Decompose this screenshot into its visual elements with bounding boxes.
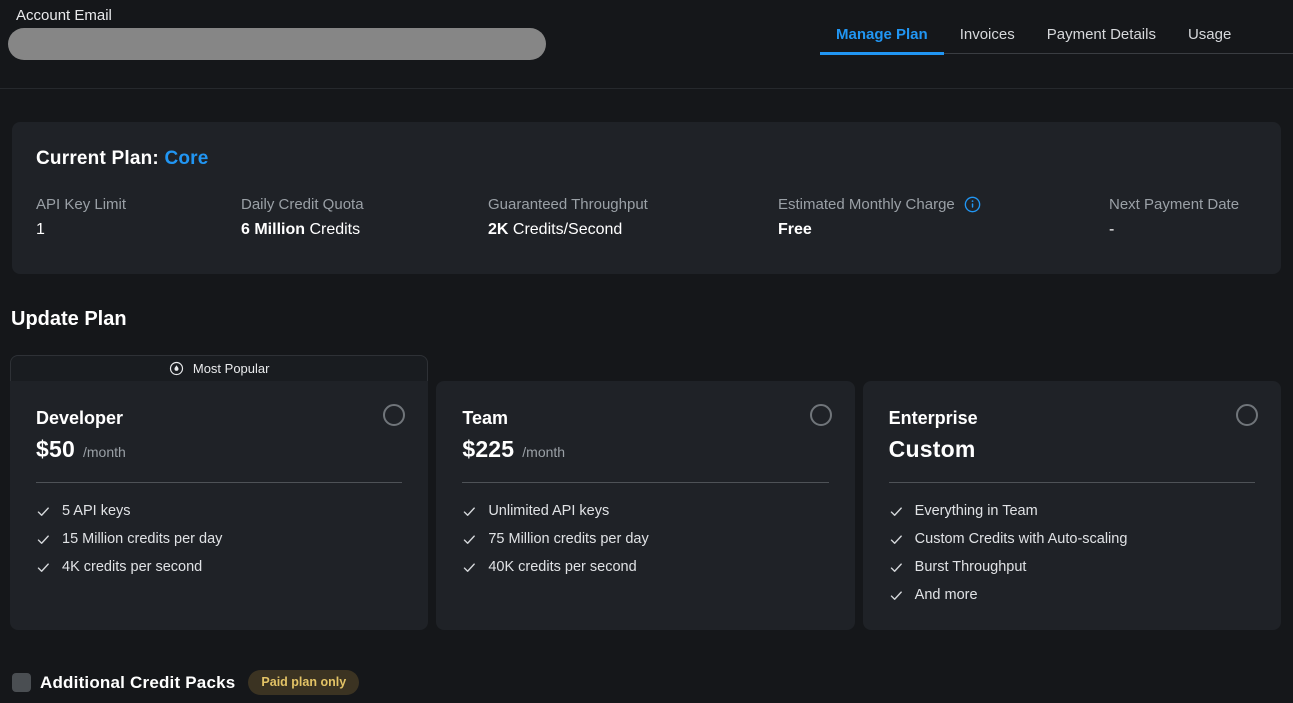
check-icon [36,560,51,575]
plan-feature-list: Unlimited API keys 75 Million credits pe… [462,503,828,575]
stat-value: Free [778,221,1109,239]
page-header: Account Email Manage Plan Invoices Payme… [0,0,1293,89]
plan-card-developer[interactable]: Developer $50 /month 5 API keys 15 Milli… [10,381,428,630]
plan-feature: Unlimited API keys [462,503,828,519]
plan-feature-text: Everything in Team [915,503,1038,519]
plan-column: Most Popular Developer $50 /month 5 API … [10,355,428,630]
plan-feature-text: Unlimited API keys [488,503,609,519]
plan-feature-text: 40K credits per second [488,559,636,575]
plan-feature: 40K credits per second [462,559,828,575]
stat-label: Next Payment Date [1109,196,1239,213]
plan-feature-list: Everything in Team Custom Credits with A… [889,503,1255,603]
plan-feature-list: 5 API keys 15 Million credits per day 4K… [36,503,402,575]
current-plan-title-prefix: Current Plan: [36,148,164,169]
plan-card-team[interactable]: Team $225 /month Unlimited API keys 75 M… [436,381,854,630]
plans-grid: Most Popular Developer $50 /month 5 API … [10,355,1281,630]
plan-column: Most Popular Team $225 /month Unlimited … [436,355,854,630]
plan-divider [36,482,402,483]
stat-label: Guaranteed Throughput [488,196,648,213]
tab-usage[interactable]: Usage [1172,22,1247,55]
current-plan-title: Current Plan: Core [36,148,1257,170]
plan-price: $50 [36,436,75,463]
credit-packs-label: Additional Credit Packs [40,673,235,693]
credit-packs-row: Additional Credit Packs Paid plan only [12,670,359,695]
credit-packs-checkbox[interactable] [12,673,31,692]
plan-period: /month [522,444,565,460]
plan-name: Team [462,408,828,429]
plan-stat: Daily Credit Quota 6 Million Credits [241,196,488,239]
billing-page: Account Email Manage Plan Invoices Payme… [0,0,1293,703]
flame-icon [169,361,184,376]
plan-feature-text: 4K credits per second [62,559,202,575]
plan-feature: Burst Throughput [889,559,1255,575]
plan-column: Most Popular Enterprise Custom Everythin… [863,355,1281,630]
plan-stat: Estimated Monthly Charge Free [778,196,1109,239]
tab-invoices[interactable]: Invoices [944,22,1031,55]
plan-divider [462,482,828,483]
plan-feature-text: 15 Million credits per day [62,531,222,547]
account-email-label: Account Email [16,7,112,24]
plan-stat: API Key Limit 1 [36,196,241,239]
plan-feature: Everything in Team [889,503,1255,519]
stat-label: API Key Limit [36,196,126,213]
check-icon [36,532,51,547]
check-icon [462,532,477,547]
plan-feature: 4K credits per second [36,559,402,575]
check-icon [36,504,51,519]
plan-radio[interactable] [1236,404,1258,426]
plan-name: Enterprise [889,408,1255,429]
most-popular-label: Most Popular [193,361,270,376]
plan-feature: 15 Million credits per day [36,531,402,547]
plan-stat: Guaranteed Throughput 2K Credits/Second [488,196,778,239]
plan-radio[interactable] [810,404,832,426]
most-popular-banner: Most Popular [10,355,428,381]
plan-feature: Custom Credits with Auto-scaling [889,531,1255,547]
plan-card-enterprise[interactable]: Enterprise Custom Everything in Team Cus… [863,381,1281,630]
stat-label: Daily Credit Quota [241,196,364,213]
check-icon [889,532,904,547]
plan-period: /month [83,444,126,460]
check-icon [462,504,477,519]
info-icon[interactable] [964,196,981,213]
tab-manage-plan[interactable]: Manage Plan [820,22,944,55]
plan-feature-text: Custom Credits with Auto-scaling [915,531,1128,547]
plan-divider [889,482,1255,483]
plan-stats: API Key Limit 1 Daily Credit Quota 6 Mil… [36,196,1257,239]
stat-value: 2K Credits/Second [488,221,778,239]
tab-payment-details[interactable]: Payment Details [1031,22,1172,55]
plan-feature-text: 75 Million credits per day [488,531,648,547]
plan-feature: 5 API keys [36,503,402,519]
billing-tab-bar: Manage Plan Invoices Payment Details Usa… [820,22,1293,54]
update-plan-heading: Update Plan [11,308,127,331]
current-plan-card: Current Plan: Core API Key Limit 1 Daily… [12,122,1281,274]
plan-stat: Next Payment Date - [1109,196,1257,239]
plan-feature: 75 Million credits per day [462,531,828,547]
stat-label: Estimated Monthly Charge [778,196,955,213]
current-plan-name: Core [164,148,208,169]
plan-price: Custom [889,436,976,463]
stat-value: - [1109,221,1257,239]
check-icon [462,560,477,575]
check-icon [889,588,904,603]
plan-price: $225 [462,436,514,463]
plan-name: Developer [36,408,402,429]
plan-feature-text: Burst Throughput [915,559,1027,575]
stat-value: 6 Million Credits [241,221,488,239]
plan-feature-text: And more [915,587,978,603]
check-icon [889,504,904,519]
account-email-input[interactable] [8,28,546,60]
paid-plan-only-badge: Paid plan only [248,670,359,695]
check-icon [889,560,904,575]
stat-value: 1 [36,221,241,239]
plan-feature-text: 5 API keys [62,503,131,519]
plan-feature: And more [889,587,1255,603]
